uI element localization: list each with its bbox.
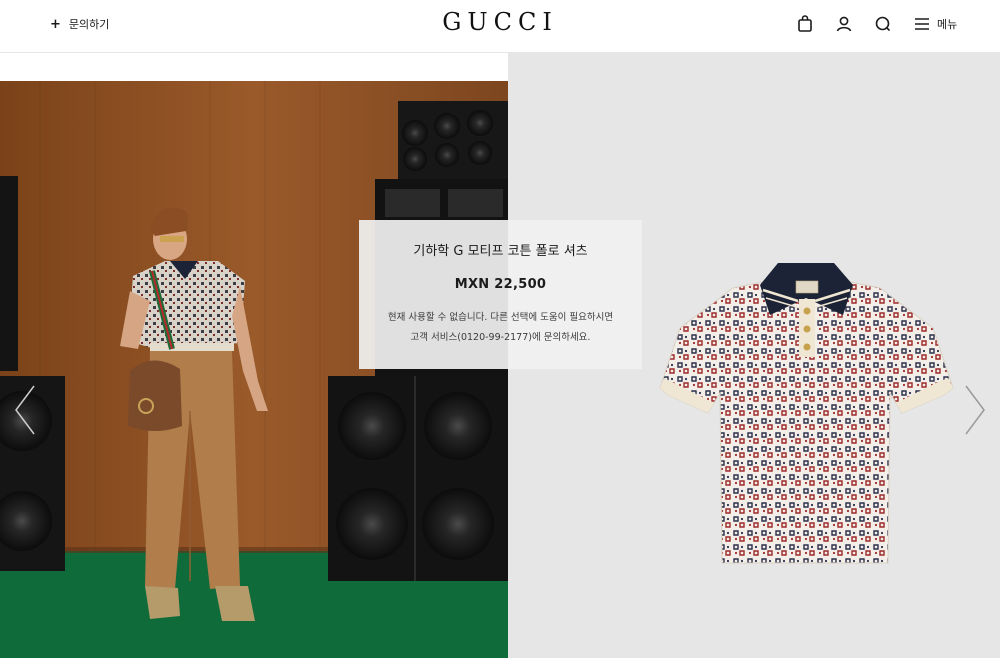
availability-note: 현재 사용할 수 없습니다. 다른 선택에 도움이 필요하시면 고객 서비스(0…: [373, 308, 628, 348]
shopping-bag-icon[interactable]: [795, 14, 815, 34]
carousel-prev-button[interactable]: [12, 382, 38, 438]
account-icon[interactable]: [834, 14, 854, 34]
availability-line-1: 현재 사용할 수 없습니다. 다른 선택에 도움이 필요하시면: [387, 312, 614, 323]
campaign-photo: [0, 81, 508, 658]
menu-label[interactable]: 메뉴: [937, 16, 957, 32]
site-header: + 문의하기 GUCCI 메뉴: [0, 0, 1000, 53]
hamburger-menu-icon[interactable]: [912, 14, 932, 34]
carousel-next-button[interactable]: [962, 382, 988, 438]
product-info-card: 기하학 G 모티프 코튼 폴로 셔츠 MXN 22,500 현재 사용할 수 없…: [359, 220, 642, 369]
chevron-left-icon: [15, 385, 35, 435]
search-icon[interactable]: [873, 14, 893, 34]
product-price: MXN 22,500: [454, 277, 547, 292]
availability-line-2[interactable]: 고객 서비스(0120-99-2177)에 문의하세요.: [373, 328, 628, 348]
chevron-right-icon: [965, 385, 985, 435]
product-title[interactable]: 기하학 G 모티프 코튼 폴로 셔츠: [359, 240, 642, 259]
